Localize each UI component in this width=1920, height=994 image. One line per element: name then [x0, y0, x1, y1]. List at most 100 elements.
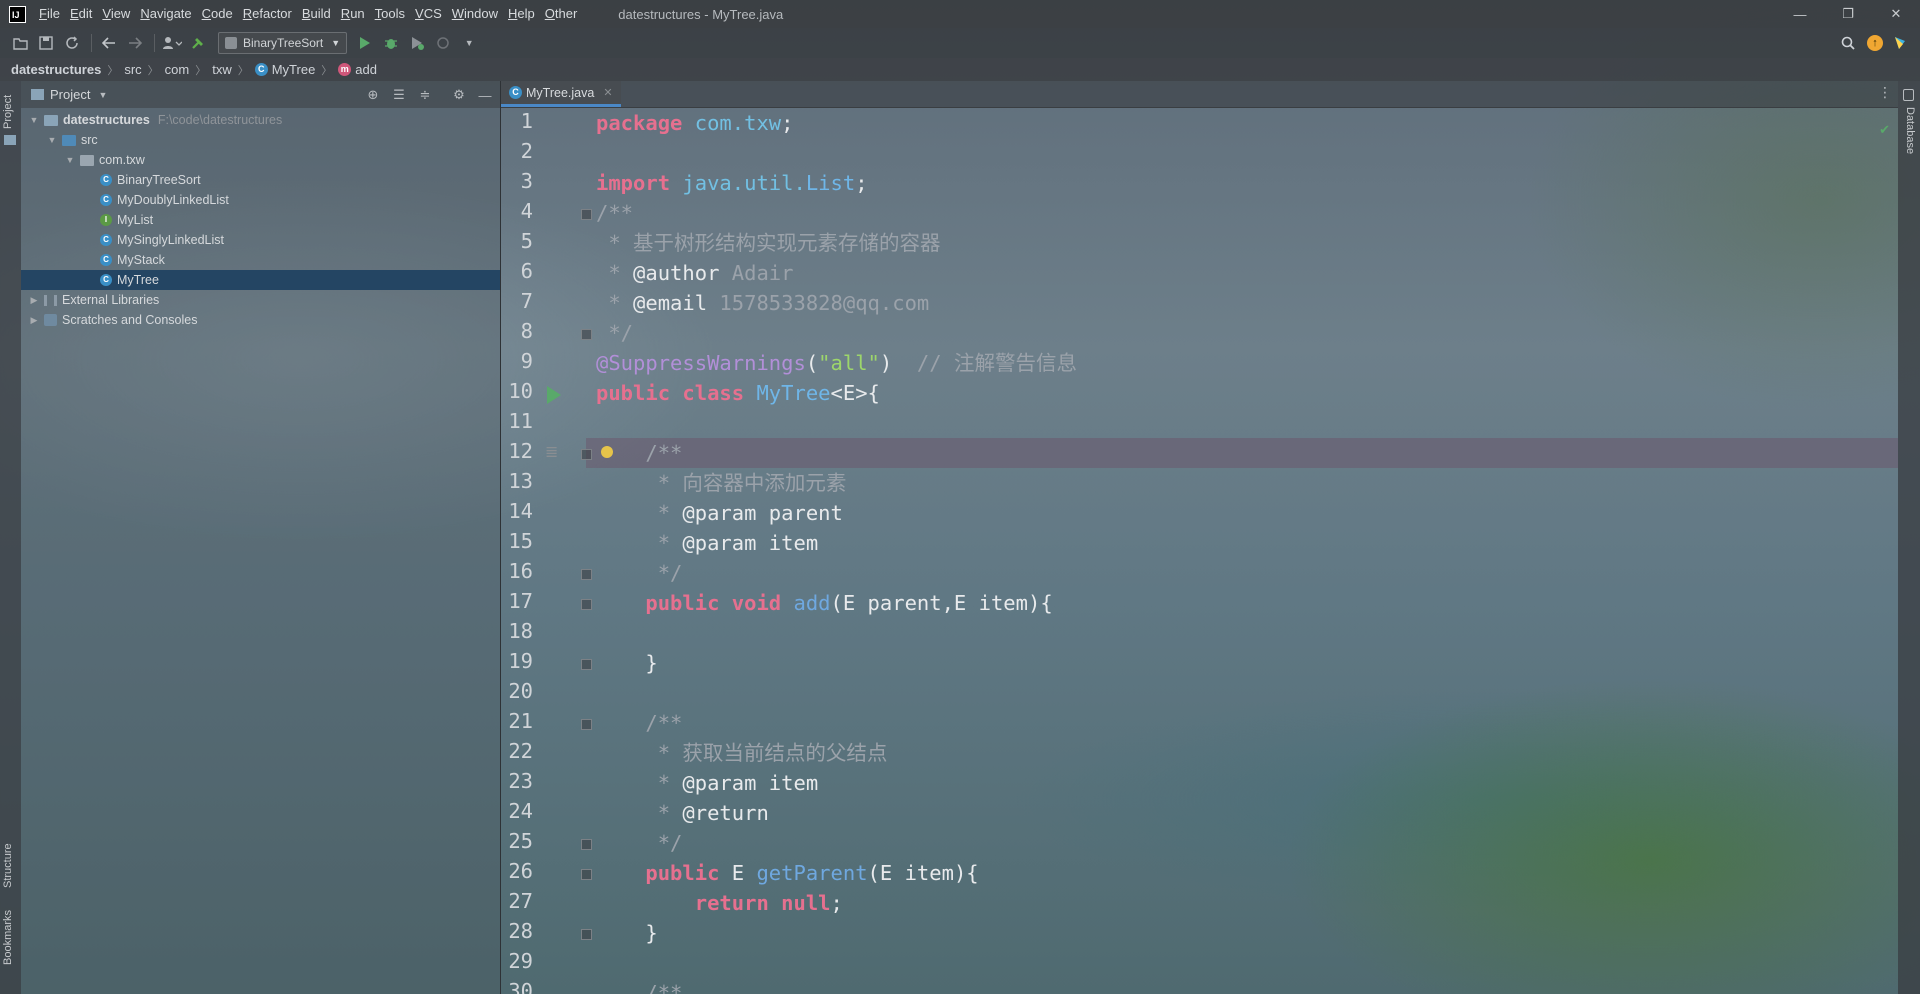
hide-panel-icon[interactable]: —: [474, 85, 496, 105]
structure-tool-button[interactable]: Structure: [2, 843, 14, 888]
expand-all-icon[interactable]: ☰: [388, 85, 410, 105]
fold-icon[interactable]: [581, 659, 592, 670]
code-content[interactable]: package com.txw; import java.util.List; …: [596, 108, 1077, 994]
editor-gutter[interactable]: 1 2 3 4 5 6 7 8 9 10 11 12 13 14 15 16 1…: [501, 108, 592, 994]
chevron-down-icon[interactable]: ▼: [27, 115, 41, 125]
menu-navigate[interactable]: Navigate: [135, 0, 196, 28]
intellij-logo-icon[interactable]: IJ: [9, 5, 26, 23]
close-window-button[interactable]: ✕: [1872, 0, 1920, 28]
line-number: 1: [520, 109, 533, 133]
project-tool-button[interactable]: Project: [2, 95, 14, 129]
doc-comment: *: [596, 801, 683, 825]
bookmarks-tool-button[interactable]: Bookmarks: [2, 910, 14, 965]
tree-item-scratches[interactable]: ▶ Scratches and Consoles: [21, 310, 500, 330]
inspection-ok-icon[interactable]: ✔: [1879, 122, 1890, 138]
more-run-actions-icon[interactable]: ▼: [457, 32, 481, 54]
tab-mytree[interactable]: C MyTree.java ✕: [501, 81, 621, 107]
restore-button[interactable]: ❐: [1824, 0, 1872, 28]
line-comment: // 注解警告信息: [892, 351, 1077, 375]
tree-item-file-selected[interactable]: C MyTree: [21, 270, 500, 290]
chevron-down-icon[interactable]: ▼: [98, 90, 107, 100]
fold-icon[interactable]: [581, 329, 592, 340]
profiler-icon[interactable]: [431, 32, 455, 54]
database-tool-button[interactable]: Database: [1904, 107, 1916, 154]
doc-comment: /**: [596, 441, 683, 465]
doc-comment: *: [596, 771, 683, 795]
menu-run[interactable]: Run: [336, 0, 370, 28]
minimize-button[interactable]: —: [1776, 0, 1824, 28]
gear-icon[interactable]: ⚙: [448, 85, 470, 105]
doc-tag: @author: [633, 261, 720, 285]
sync-icon[interactable]: [60, 32, 84, 54]
line-number: 19: [508, 649, 533, 673]
menu-help[interactable]: Help: [503, 0, 540, 28]
fold-icon[interactable]: [581, 929, 592, 940]
vcs-user-icon[interactable]: [160, 32, 184, 54]
menu-file[interactable]: File: [34, 0, 65, 28]
menu-vcs[interactable]: VCS: [410, 0, 447, 28]
menu-other[interactable]: Other: [540, 0, 583, 28]
breadcrumb-com[interactable]: com: [165, 62, 190, 77]
chevron-right-icon[interactable]: ▶: [27, 295, 41, 306]
coverage-icon[interactable]: [405, 32, 429, 54]
tree-item-file[interactable]: C BinaryTreeSort: [21, 170, 500, 190]
fold-icon[interactable]: [581, 869, 592, 880]
locate-file-icon[interactable]: ⊕: [362, 85, 384, 105]
back-arrow-icon[interactable]: [97, 32, 121, 54]
line-number: 14: [508, 499, 533, 523]
chevron-down-icon[interactable]: ▼: [63, 155, 77, 165]
run-icon[interactable]: [353, 32, 377, 54]
code-line: public void add(E parent,E item){: [596, 588, 1052, 618]
tree-item-file[interactable]: C MyDoublyLinkedList: [21, 190, 500, 210]
tree-item-src[interactable]: ▼ src: [21, 130, 500, 150]
more-vertical-icon[interactable]: ⋮: [1878, 84, 1892, 101]
save-all-icon[interactable]: [34, 32, 58, 54]
fold-icon[interactable]: [581, 209, 592, 220]
chevron-right-icon[interactable]: ▶: [27, 315, 41, 326]
update-icon[interactable]: ↑: [1867, 35, 1883, 51]
fold-icon[interactable]: [581, 599, 592, 610]
menu-edit[interactable]: Edit: [65, 0, 97, 28]
fold-icon[interactable]: [581, 449, 592, 460]
tree-item-external-libraries[interactable]: ▶ External Libraries: [21, 290, 500, 310]
run-class-icon[interactable]: [547, 386, 561, 404]
breadcrumb-method[interactable]: add: [355, 62, 377, 77]
line-number: 28: [508, 919, 533, 943]
code-area[interactable]: ✔ 1 2 3 4 5 6 7 8 9 10 11 12 13 14 15 16…: [501, 108, 1898, 994]
open-folder-icon[interactable]: [8, 32, 32, 54]
fold-icon[interactable]: [581, 569, 592, 580]
tree-item-file[interactable]: C MySinglyLinkedList: [21, 230, 500, 250]
menu-code[interactable]: Code: [197, 0, 238, 28]
fold-icon[interactable]: [581, 839, 592, 850]
jetbrains-toolbox-icon[interactable]: [1888, 32, 1912, 54]
tree-item-package[interactable]: ▼ com.txw: [21, 150, 500, 170]
toolbar-separator: [154, 34, 155, 52]
breadcrumb-txw[interactable]: txw: [212, 62, 232, 77]
tree-item-root[interactable]: ▼ datestructures F:\code\datestructures: [21, 110, 500, 130]
menu-build[interactable]: Build: [297, 0, 336, 28]
build-hammer-icon[interactable]: [186, 32, 210, 54]
close-icon[interactable]: ✕: [603, 86, 612, 99]
menu-view[interactable]: View: [97, 0, 135, 28]
run-configuration-select[interactable]: BinaryTreeSort ▼: [218, 32, 348, 54]
menu-window[interactable]: Window: [447, 0, 503, 28]
chevron-down-icon[interactable]: ▼: [45, 135, 59, 145]
breadcrumb-project[interactable]: datestructures: [11, 62, 101, 77]
menu-tools[interactable]: Tools: [370, 0, 410, 28]
collapse-all-icon[interactable]: ≑: [414, 85, 436, 105]
menu-refactor[interactable]: Refactor: [238, 0, 297, 28]
search-icon[interactable]: [1836, 32, 1860, 54]
tree-item-file[interactable]: C MyStack: [21, 250, 500, 270]
rendered-doc-icon[interactable]: ≣: [545, 442, 558, 462]
debug-icon[interactable]: [379, 32, 403, 54]
tree-item-file[interactable]: I MyList: [21, 210, 500, 230]
line-number: 9: [520, 349, 533, 373]
fold-icon[interactable]: [581, 719, 592, 730]
breadcrumb-class[interactable]: MyTree: [272, 62, 316, 77]
project-panel-title[interactable]: Project: [50, 87, 90, 102]
forward-arrow-icon[interactable]: [123, 32, 147, 54]
chevron-right-icon: 〉: [107, 64, 119, 77]
tree-file-label: MyStack: [117, 253, 165, 267]
doc-comment: Adair: [719, 261, 794, 285]
breadcrumb-src[interactable]: src: [124, 62, 141, 77]
